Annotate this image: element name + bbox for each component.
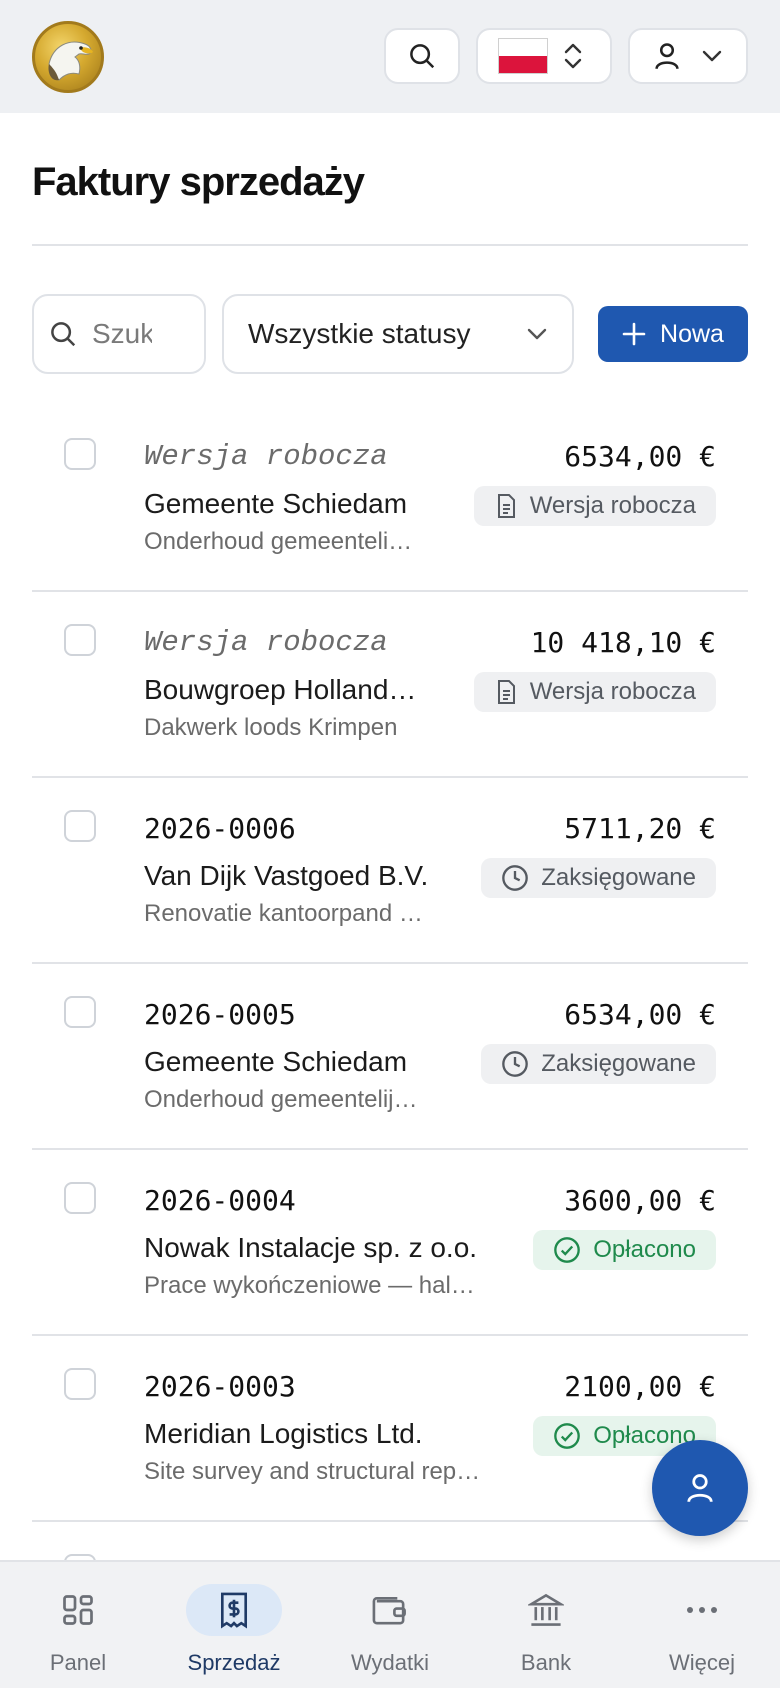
invoice-row[interactable]: 2026-0005 6534,00 € Gemeente Schiedam Onder…: [32, 964, 748, 1150]
invoice-description: Site survey and structural rep…: [144, 1458, 481, 1485]
status-badge: Wersja robocza: [473, 672, 716, 712]
row-checkbox[interactable]: [64, 996, 96, 1028]
status-badge-label: Opłacono: [593, 1236, 696, 1263]
invoice-number: 2026-0005: [144, 998, 296, 1031]
nav-item-panel[interactable]: Panel: [0, 1562, 156, 1688]
chevron-down-icon: [527, 328, 547, 340]
invoice-amount: 5711,20 €: [564, 812, 716, 845]
clock-icon: [501, 864, 529, 892]
language-selector[interactable]: [476, 28, 612, 84]
receipt-dollar-icon: [186, 1584, 282, 1636]
invoice-client: Nowak Instalacje sp. z o.o.: [144, 1232, 478, 1263]
invoice-list: Wersja robocza 6534,00 € Gemeente Schiedam…: [32, 406, 748, 1586]
user-menu-button[interactable]: [628, 28, 748, 84]
status-badge-label: Zaksięgowane: [541, 864, 696, 891]
nav-item-wydatki[interactable]: Wydatki: [312, 1562, 468, 1688]
contact-fab-button[interactable]: [652, 1440, 748, 1536]
page-title: Faktury sprzedaży: [32, 160, 365, 204]
chevron-up-down-icon: [564, 43, 582, 69]
invoice-amount: 2100,00 €: [564, 1370, 716, 1403]
invoice-amount: 3600,00 €: [564, 1184, 716, 1217]
invoice-amount: 6534,00 €: [564, 440, 716, 473]
status-badge-label: Wersja robocza: [529, 678, 696, 705]
nav-item-label: Więcej: [668, 1650, 735, 1675]
status-badge: Zaksięgowane: [481, 858, 716, 898]
invoice-client: Van Dijk Vastgoed B.V.: [144, 860, 429, 891]
divider: [32, 244, 748, 246]
chevron-down-icon: [702, 50, 722, 62]
invoice-description: Prace wykończeniowe — hal…: [144, 1272, 475, 1299]
clock-icon: [501, 1050, 529, 1078]
invoice-client: Gemeente Schiedam: [144, 1046, 408, 1077]
nav-item-label: Panel: [49, 1650, 107, 1675]
search-input[interactable]: [92, 318, 152, 350]
invoice-number: 2026-0003: [144, 1370, 296, 1403]
status-badge: Wersja robocza: [473, 486, 716, 526]
invoice-amount: 10 418,10 €: [530, 626, 716, 659]
status-filter-select[interactable]: Wszystkie statusy: [222, 294, 574, 374]
invoice-number: Wersja robocza: [144, 626, 388, 659]
invoice-number: 2026-0004: [144, 1184, 296, 1217]
invoice-number: Wersja robocza: [144, 440, 388, 473]
bank-icon: [498, 1584, 594, 1636]
status-badge: Opłacono: [533, 1230, 716, 1270]
invoice-client: Meridian Logistics Ltd.: [144, 1418, 423, 1449]
nav-item-sprzeda-[interactable]: Sprzedaż: [156, 1562, 312, 1688]
invoice-row[interactable]: Wersja robocza 6534,00 € Gemeente Schiedam…: [32, 406, 748, 592]
row-checkbox[interactable]: [64, 1368, 96, 1400]
more-icon: [654, 1584, 750, 1636]
top-bar: [0, 0, 780, 113]
invoice-row[interactable]: Wersja robocza 10 418,10 € Bouwgroep Holla…: [32, 592, 748, 778]
search-button[interactable]: [384, 28, 460, 84]
invoice-number: 2026-0006: [144, 812, 296, 845]
status-filter-value: Wszystkie statusy: [248, 318, 471, 349]
search-icon: [51, 322, 76, 347]
document-icon: [494, 493, 518, 519]
new-invoice-button[interactable]: Nowa: [598, 306, 748, 362]
eagle-logo[interactable]: [32, 21, 104, 93]
wallet-icon: [342, 1584, 438, 1636]
invoice-row[interactable]: 2026-0006 5711,20 € Van Dijk Vastgoed B.V.…: [32, 778, 748, 964]
document-icon: [494, 679, 518, 705]
invoice-description: Onderhoud gemeentelij…: [144, 1086, 418, 1113]
user-icon: [655, 43, 679, 70]
user-icon: [687, 1474, 713, 1503]
nav-item-wi-cej[interactable]: Więcej: [624, 1562, 780, 1688]
plus-icon: [622, 322, 646, 346]
bottom-navigation: Panel Sprzedaż Wydatki Bank Więcej: [0, 1560, 780, 1688]
invoice-client: Gemeente Schiedam: [144, 488, 408, 519]
nav-item-label: Sprzedaż: [187, 1650, 281, 1675]
nav-item-bank[interactable]: Bank: [468, 1562, 624, 1688]
check-circle-icon: [553, 1422, 581, 1450]
status-badge-label: Wersja robocza: [529, 492, 696, 519]
invoice-row[interactable]: 2026-0003 2100,00 € Meridian Logistics Ltd…: [32, 1336, 748, 1522]
new-invoice-label: Nowa: [660, 319, 724, 348]
poland-flag-icon: [498, 38, 548, 74]
invoice-description: Onderhoud gemeenteli…: [144, 528, 413, 555]
invoice-amount: 6534,00 €: [564, 998, 716, 1031]
invoice-description: Renovatie kantoorpand …: [144, 900, 423, 927]
dashboard-icon: [30, 1584, 126, 1636]
invoice-client: Bouwgroep Holland…: [144, 674, 417, 705]
status-badge-label: Zaksięgowane: [541, 1050, 696, 1077]
nav-item-label: Wydatki: [350, 1650, 430, 1675]
invoice-description: Dakwerk loods Krimpen: [144, 714, 398, 741]
status-badge: Zaksięgowane: [481, 1044, 716, 1084]
row-checkbox[interactable]: [64, 624, 96, 656]
row-checkbox[interactable]: [64, 438, 96, 470]
invoice-row[interactable]: 2026-0004 3600,00 € Nowak Instalacje sp. z…: [32, 1150, 748, 1336]
search-field[interactable]: [32, 294, 206, 374]
row-checkbox[interactable]: [64, 810, 96, 842]
check-circle-icon: [553, 1236, 581, 1264]
nav-item-label: Bank: [520, 1650, 572, 1675]
row-checkbox[interactable]: [64, 1182, 96, 1214]
search-icon: [410, 44, 435, 69]
